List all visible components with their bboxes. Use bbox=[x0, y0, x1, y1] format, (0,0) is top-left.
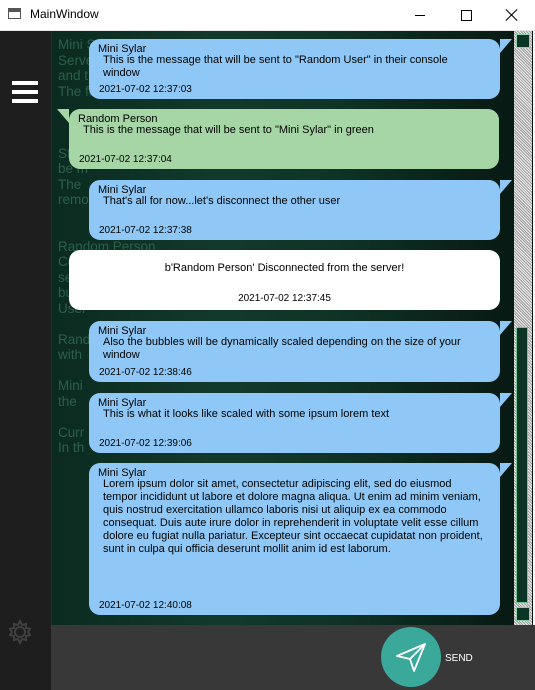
message-timestamp: 2021-07-02 12:37:04 bbox=[79, 154, 172, 165]
paper-plane-icon bbox=[396, 643, 426, 672]
system-message-text: b'Random Person' Disconnected from the s… bbox=[164, 262, 405, 274]
gear-icon[interactable] bbox=[6, 617, 38, 649]
maximize-icon bbox=[460, 9, 472, 21]
chat-area[interactable]: Mini Sylar Server and t The font size wi… bbox=[51, 31, 533, 625]
input-bar: SEND bbox=[51, 625, 535, 690]
message-text: Lorem ipsum dolor sit amet, consectetur … bbox=[103, 478, 483, 555]
minimize-button[interactable] bbox=[397, 0, 443, 30]
window-title: MainWindow bbox=[30, 7, 99, 21]
sidebar bbox=[0, 31, 51, 690]
message-text: This is the message that will be sent to… bbox=[103, 54, 448, 79]
message-timestamp: 2021-07-02 12:40:08 bbox=[99, 600, 192, 611]
chat-scrollbar[interactable] bbox=[514, 31, 532, 625]
message-bubble: Mini Sylar This is what it looks like sc… bbox=[89, 393, 512, 453]
message-text: This is the message that will be sent to… bbox=[83, 124, 374, 136]
message-timestamp: 2021-07-02 12:37:45 bbox=[238, 293, 331, 304]
maximize-button[interactable] bbox=[443, 0, 489, 30]
message-text: Also the bubbles will be dynamically sca… bbox=[103, 336, 461, 361]
minimize-icon bbox=[415, 14, 425, 16]
send-label[interactable]: SEND bbox=[445, 653, 473, 664]
close-icon bbox=[505, 8, 519, 22]
close-button[interactable] bbox=[489, 0, 535, 30]
message-bubble: Mini Sylar Also the bubbles will be dyna… bbox=[89, 321, 512, 382]
message-timestamp: 2021-07-02 12:37:03 bbox=[99, 84, 192, 95]
hamburger-icon[interactable] bbox=[12, 81, 38, 103]
system-message-bubble: b'Random Person' Disconnected from the s… bbox=[69, 250, 500, 310]
message-timestamp: 2021-07-02 12:39:06 bbox=[99, 438, 192, 449]
scroll-down-arrow[interactable] bbox=[516, 607, 530, 621]
message-text: This is what it looks like scaled with s… bbox=[103, 408, 390, 420]
send-button[interactable] bbox=[381, 627, 441, 687]
message-bubble: Mini Sylar That's all for now...let's di… bbox=[89, 180, 512, 240]
app-window-icon bbox=[8, 8, 21, 19]
message-timestamp: 2021-07-02 12:37:38 bbox=[99, 225, 192, 236]
message-bubble: Random Person This is the message that w… bbox=[57, 109, 499, 169]
title-bar: MainWindow bbox=[0, 0, 535, 31]
scroll-thumb[interactable] bbox=[516, 327, 528, 603]
message-bubble: Mini Sylar Lorem ipsum dolor sit amet, c… bbox=[89, 463, 512, 615]
message-bubble: Mini Sylar This is the message that will… bbox=[89, 39, 512, 99]
message-timestamp: 2021-07-02 12:38:46 bbox=[99, 367, 192, 378]
scroll-up-arrow[interactable] bbox=[516, 34, 530, 48]
message-text: That's all for now...let's disconnect th… bbox=[103, 195, 341, 207]
